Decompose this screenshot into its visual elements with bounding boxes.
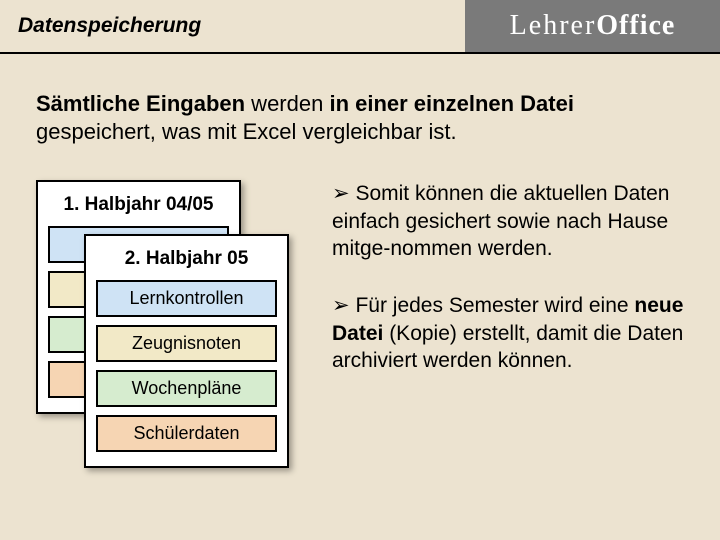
bullet-2: ➢ Für jedes Semester wird eine neue Date…: [332, 292, 684, 374]
arrow-icon: ➢: [332, 182, 350, 205]
intro-seg2: werden: [245, 91, 329, 116]
card2-item-wochenplaene: Wochenpläne: [96, 370, 277, 407]
bullet-list: ➢ Somit können die aktuellen Daten einfa…: [332, 180, 684, 404]
bullet1-text: Somit können die aktuellen Daten einfach…: [332, 182, 669, 260]
brand-thin: Lehrer: [510, 10, 597, 42]
card2-item-zeugnisnoten: Zeugnisnoten: [96, 325, 277, 362]
arrow-icon: ➢: [332, 294, 350, 317]
bullet-1: ➢ Somit können die aktuellen Daten einfa…: [332, 180, 684, 262]
intro-text: Sämtliche Eingaben werden in einer einze…: [36, 90, 684, 146]
semester-cards: 1. Halbjahr 04/05 2. Halbjahr 05 Lernkon…: [36, 180, 296, 470]
card-semester-2: 2. Halbjahr 05 Lernkontrollen Zeugnisnot…: [84, 234, 289, 468]
card2-item-schuelerdaten: Schülerdaten: [96, 415, 277, 452]
intro-seg3: in einer einzelnen Datei: [329, 91, 574, 116]
bullet2-text1: Für jedes Semester wird eine: [350, 294, 635, 317]
content-area: Sämtliche Eingaben werden in einer einze…: [0, 54, 720, 470]
header-bar: Datenspeicherung LehrerOffice: [0, 0, 720, 54]
intro-seg4: gespeichert, was mit Excel vergleichbar …: [36, 119, 457, 144]
brand-bold: Office: [596, 10, 675, 42]
card2-title: 2. Halbjahr 05: [96, 248, 277, 270]
brand-logo: LehrerOffice: [465, 0, 720, 52]
bullet2-text2: (Kopie) erstellt, damit die Daten archiv…: [332, 322, 683, 372]
page-title: Datenspeicherung: [0, 14, 465, 38]
card1-title: 1. Halbjahr 04/05: [48, 194, 229, 216]
two-column-layout: 1. Halbjahr 04/05 2. Halbjahr 05 Lernkon…: [36, 180, 684, 470]
intro-seg1: Sämtliche Eingaben: [36, 91, 245, 116]
card2-item-lernkontrollen: Lernkontrollen: [96, 280, 277, 317]
